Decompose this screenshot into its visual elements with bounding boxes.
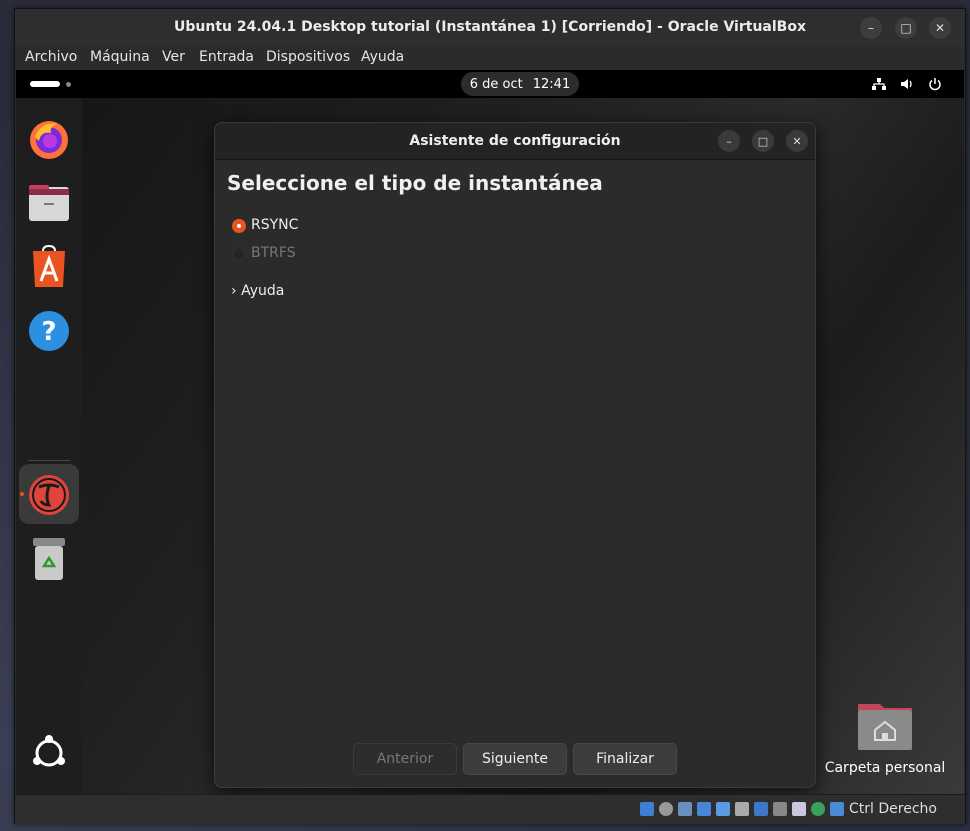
rsync-radio[interactable] (232, 219, 246, 233)
network-icon[interactable] (871, 76, 887, 92)
minimize-button[interactable]: – (860, 17, 882, 39)
vbox-statusbar: Ctrl Derecho (15, 794, 965, 824)
app-center-icon[interactable] (26, 244, 72, 290)
window-title: Ubuntu 24.04.1 Desktop tutorial (Instant… (174, 19, 806, 35)
power-icon[interactable] (927, 76, 943, 92)
files-icon[interactable] (26, 180, 72, 226)
keyboard-capture-icon[interactable] (830, 802, 844, 816)
time-label: 12:41 (532, 76, 571, 92)
virtualbox-window: Ubuntu 24.04.1 Desktop tutorial (Instant… (14, 8, 966, 824)
back-button[interactable]: Anterior (353, 743, 457, 775)
home-folder-icon[interactable] (856, 700, 914, 752)
home-folder-label[interactable]: Carpeta personal (823, 760, 947, 776)
timeshift-icon[interactable] (26, 472, 72, 518)
dialog-minimize-button[interactable]: – (718, 130, 740, 152)
next-button[interactable]: Siguiente (463, 743, 567, 775)
dock: ? (16, 98, 82, 794)
shared-folders-icon[interactable] (735, 802, 749, 816)
maximize-button[interactable]: □ (895, 17, 917, 39)
recording-icon[interactable] (773, 802, 787, 816)
menubar: Archivo Máquina Ver Entrada Dispositivos… (15, 46, 965, 70)
show-apps-icon[interactable] (26, 730, 72, 776)
dialog-header[interactable]: Asistente de configuración – □ ✕ (215, 123, 815, 160)
usb-icon[interactable] (716, 802, 730, 816)
svg-text:?: ? (41, 317, 56, 347)
gnome-topbar: 6 de oct 12:41 (16, 70, 964, 98)
audio-icon[interactable] (678, 802, 692, 816)
hard-disk-icon[interactable] (640, 802, 654, 816)
firefox-icon[interactable] (26, 116, 72, 162)
mouse-integration-icon[interactable] (811, 802, 825, 816)
date-label: 6 de oct (469, 76, 523, 92)
rsync-label[interactable]: RSYNC (251, 217, 298, 233)
help-icon[interactable]: ? (26, 308, 72, 354)
menu-archivo[interactable]: Archivo (25, 49, 77, 65)
network-adapter-icon[interactable] (697, 802, 711, 816)
finish-button[interactable]: Finalizar (573, 743, 677, 775)
workspace-indicator[interactable] (30, 81, 60, 87)
help-expander[interactable]: › Ayuda (231, 283, 284, 299)
vt-x-icon[interactable] (792, 802, 806, 816)
menu-dispositivos[interactable]: Dispositivos (266, 49, 350, 65)
host-key-label: Ctrl Derecho (849, 801, 937, 817)
btrfs-radio[interactable] (232, 247, 246, 261)
help-expander-label: Ayuda (241, 283, 285, 299)
display-icon[interactable] (754, 802, 768, 816)
dialog-maximize-button[interactable]: □ (752, 130, 774, 152)
menu-ayuda[interactable]: Ayuda (361, 49, 404, 65)
btrfs-label[interactable]: BTRFS (251, 245, 296, 261)
setup-wizard-dialog: Asistente de configuración – □ ✕ Selecci… (214, 122, 816, 788)
menu-entrada[interactable]: Entrada (199, 49, 254, 65)
dock-separator (28, 460, 70, 461)
optical-drive-icon[interactable] (659, 802, 673, 816)
menu-ver[interactable]: Ver (162, 49, 185, 65)
chevron-right-icon: › (231, 283, 237, 299)
dialog-close-button[interactable]: ✕ (786, 130, 808, 152)
trash-icon[interactable] (26, 536, 72, 582)
guest-screen[interactable]: 6 de oct 12:41 ? Carpeta personal Asiste… (16, 70, 964, 794)
menu-maquina[interactable]: Máquina (90, 49, 150, 65)
window-titlebar[interactable]: Ubuntu 24.04.1 Desktop tutorial (Instant… (15, 9, 965, 46)
workspace-dot[interactable] (66, 82, 71, 87)
running-indicator (20, 492, 24, 496)
close-button[interactable]: ✕ (929, 17, 951, 39)
page-heading: Seleccione el tipo de instantánea (227, 171, 603, 195)
volume-icon[interactable] (899, 76, 915, 92)
clock-button[interactable]: 6 de oct 12:41 (461, 72, 579, 96)
